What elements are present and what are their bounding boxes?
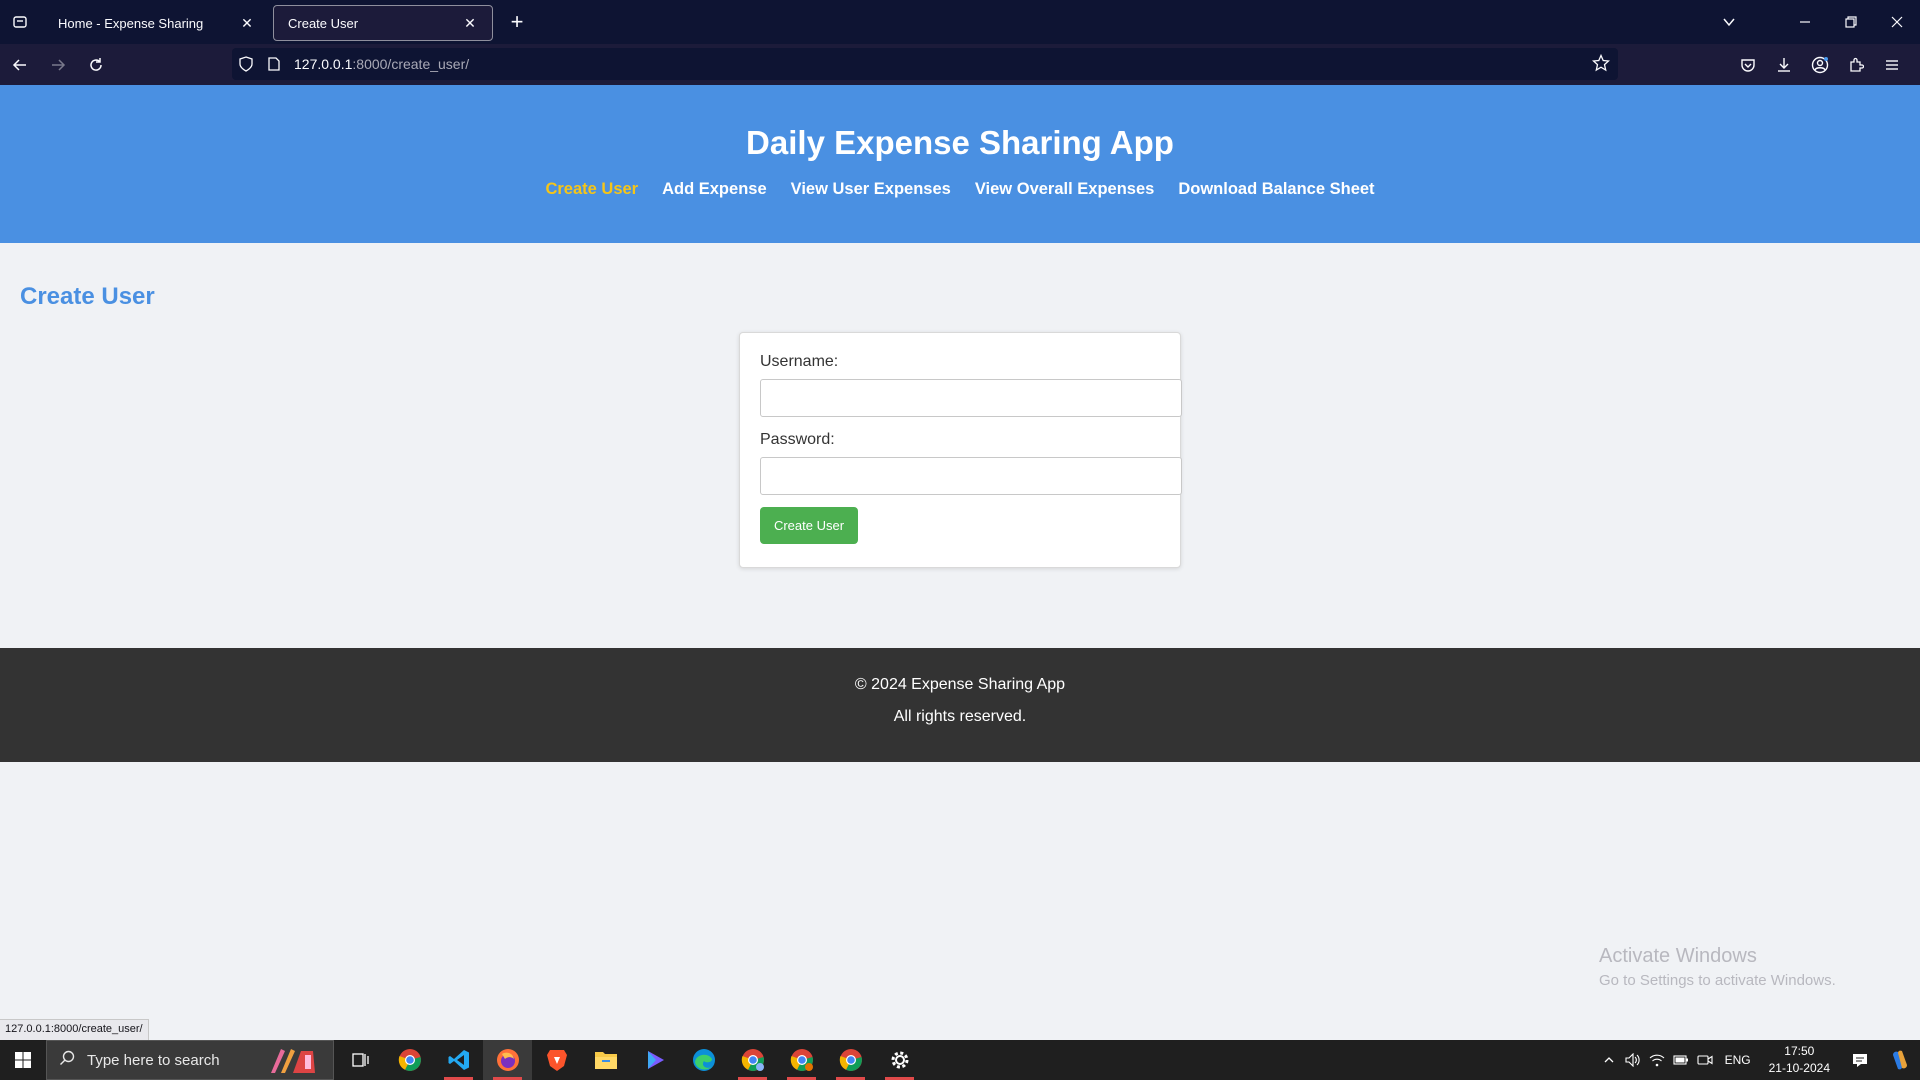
create-user-button[interactable]: Create User	[760, 507, 858, 544]
restore-icon[interactable]	[1828, 0, 1874, 44]
search-icon	[59, 1050, 75, 1070]
task-view-icon[interactable]	[336, 1040, 385, 1080]
extensions-icon[interactable]	[1838, 49, 1874, 81]
search-highlight-icon	[265, 1045, 325, 1075]
pocket-icon[interactable]	[1730, 49, 1766, 81]
password-label: Password:	[760, 431, 835, 448]
footer-rights: All rights reserved.	[893, 708, 1027, 725]
bookmark-star-icon[interactable]	[1591, 53, 1611, 77]
chevron-down-icon[interactable]	[1706, 0, 1752, 44]
page-viewport: Daily Expense Sharing App Create User Ad…	[0, 85, 1920, 1040]
chrome-profile-icon[interactable]	[728, 1040, 777, 1080]
chevron-up-icon[interactable]	[1597, 1040, 1621, 1080]
edge-icon[interactable]	[679, 1040, 728, 1080]
create-user-form: Username: Password: Create User	[739, 332, 1182, 568]
url-text[interactable]: 127.0.0.1:8000/create_user/	[294, 56, 469, 72]
watermark-subtitle: Go to Settings to activate Windows.	[1599, 972, 1836, 989]
username-input[interactable]	[760, 379, 1182, 417]
taskbar: Type here to search ENG 17:50 21-10-2024	[0, 1040, 1920, 1080]
tab-title: Create User	[288, 15, 359, 31]
clock-date: 21-10-2024	[1768, 1061, 1830, 1075]
back-icon[interactable]	[2, 49, 38, 81]
address-bar[interactable]: 127.0.0.1:8000/create_user/	[232, 48, 1618, 80]
menu-icon[interactable]	[1874, 49, 1910, 81]
download-icon[interactable]	[1766, 49, 1802, 81]
vscode-icon[interactable]	[434, 1040, 483, 1080]
nav-link-add-expense[interactable]: Add Expense	[662, 180, 767, 199]
nav-link-download-balance-sheet[interactable]: Download Balance Sheet	[1178, 180, 1374, 199]
new-tab-icon[interactable]: +	[497, 4, 537, 40]
site-title: Daily Expense Sharing App	[746, 124, 1174, 161]
battery-icon[interactable]	[1669, 1040, 1693, 1080]
site-footer: © 2024 Expense Sharing App All rights re…	[0, 648, 1920, 762]
settings-icon[interactable]	[875, 1040, 924, 1080]
search-placeholder: Type here to search	[87, 1051, 220, 1069]
brave-icon[interactable]	[532, 1040, 581, 1080]
firefox-icon[interactable]	[483, 1040, 532, 1080]
chrome-icon[interactable]	[385, 1040, 434, 1080]
wifi-icon[interactable]	[1645, 1040, 1669, 1080]
watermark-title: Activate Windows	[1599, 945, 1757, 967]
page-icon[interactable]	[260, 48, 288, 80]
clock[interactable]: 17:50 21-10-2024	[1769, 1043, 1830, 1077]
close-icon[interactable]: ✕	[239, 15, 255, 31]
windows-start-icon[interactable]	[0, 1040, 46, 1080]
meet-now-icon[interactable]	[1693, 1040, 1717, 1080]
nav-link-create-user[interactable]: Create User	[545, 180, 638, 199]
close-icon[interactable]: ✕	[462, 15, 478, 31]
close-window-icon[interactable]	[1874, 0, 1920, 44]
chrome-profile-2-icon[interactable]	[777, 1040, 826, 1080]
file-explorer-icon[interactable]	[581, 1040, 630, 1080]
site-header: Daily Expense Sharing App Create User Ad…	[0, 85, 1920, 243]
password-input[interactable]	[760, 457, 1182, 495]
tab-title: Home - Expense Sharing	[58, 15, 204, 31]
forward-icon[interactable]	[40, 49, 76, 81]
browser-tab-bar: Home - Expense Sharing ✕ Create User ✕ +	[0, 0, 1920, 44]
url-host: 127.0.0.1	[294, 56, 353, 72]
url-path: :8000/create_user/	[352, 56, 470, 72]
shield-icon[interactable]	[232, 48, 260, 80]
chrome-icon-3[interactable]	[826, 1040, 875, 1080]
language-indicator[interactable]: ENG	[1725, 1053, 1751, 1067]
site-nav: Create User Add Expense View User Expens…	[0, 180, 1920, 199]
nav-link-view-overall-expenses[interactable]: View Overall Expenses	[975, 180, 1154, 199]
copilot-icon[interactable]	[1880, 1040, 1920, 1080]
username-label: Username:	[760, 353, 839, 370]
nav-link-view-user-expenses[interactable]: View User Expenses	[791, 180, 951, 199]
tab-create-user[interactable]: Create User ✕	[273, 5, 493, 41]
page-title: Create User	[20, 283, 155, 310]
account-icon[interactable]	[1802, 49, 1838, 81]
minimize-icon[interactable]	[1782, 0, 1828, 44]
activate-windows-watermark: Activate Windows Go to Settings to activ…	[1599, 945, 1836, 989]
status-link-preview: 127.0.0.1:8000/create_user/	[0, 1019, 149, 1040]
notification-icon[interactable]	[1840, 1040, 1880, 1080]
reload-icon[interactable]	[78, 49, 114, 81]
footer-copyright: © 2024 Expense Sharing App	[854, 676, 1066, 693]
taskbar-search[interactable]: Type here to search	[46, 1040, 334, 1080]
media-player-icon[interactable]	[630, 1040, 679, 1080]
volume-icon[interactable]	[1621, 1040, 1645, 1080]
system-tray: ENG 17:50 21-10-2024	[1597, 1040, 1920, 1080]
tab-home[interactable]: Home - Expense Sharing ✕	[44, 5, 269, 41]
tab-list-icon[interactable]	[0, 0, 40, 44]
clock-time: 17:50	[1784, 1044, 1815, 1058]
